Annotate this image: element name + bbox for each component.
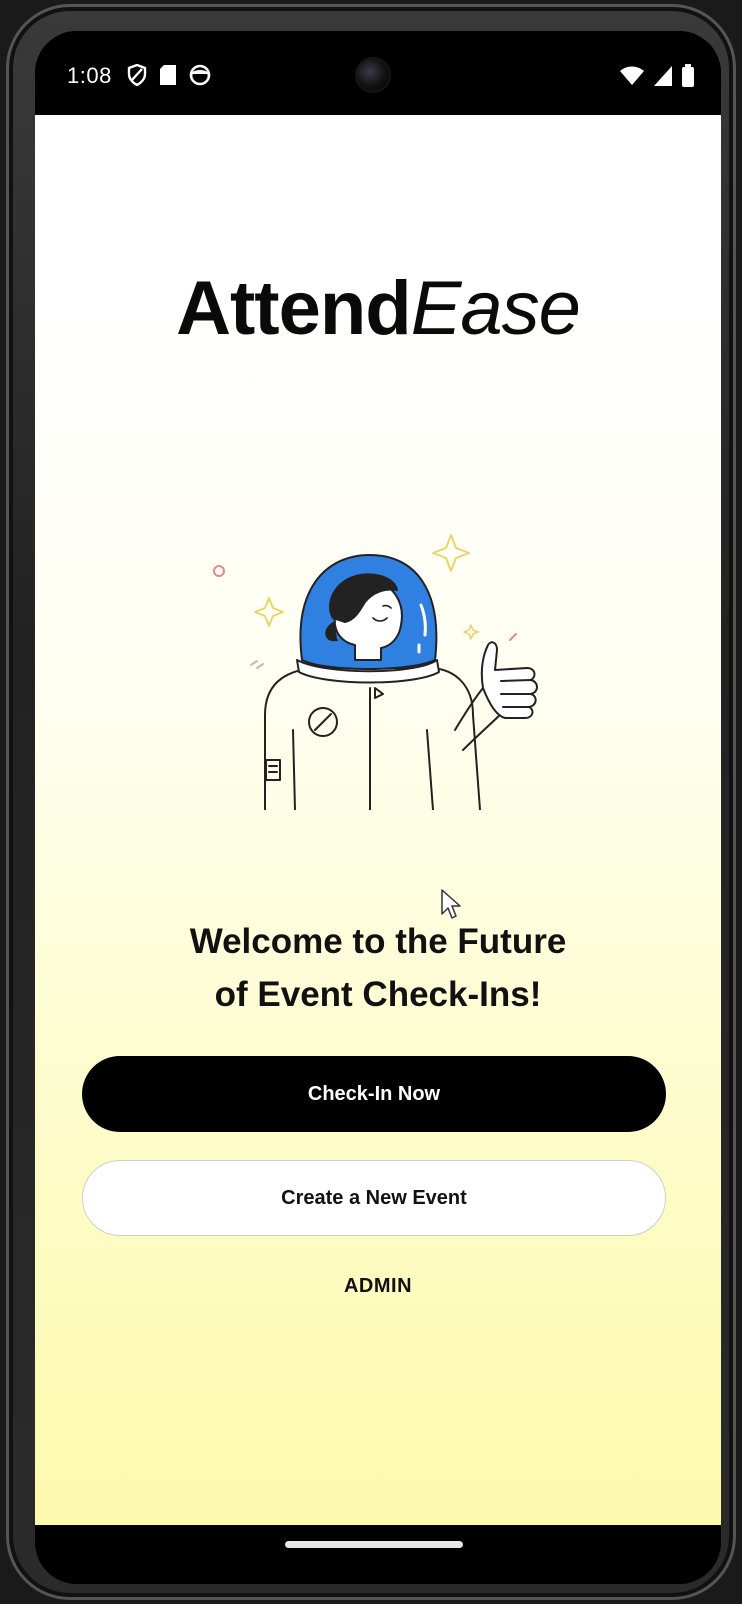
phone-screen: 1:08 AttendEase Welcome to the Future of… — [35, 31, 721, 1584]
sd-card-icon — [159, 64, 177, 91]
wifi-icon — [619, 65, 645, 92]
app-main: AttendEase Welcome to the Future of Even… — [35, 115, 721, 1525]
signal-icon — [653, 65, 673, 92]
face-icon — [189, 64, 211, 91]
shield-icon — [127, 63, 147, 91]
admin-link[interactable]: ADMIN — [35, 1275, 721, 1298]
phone-device-frame: 1:08 AttendEase Welcome to the Future of… — [6, 4, 736, 1600]
welcome-line-1: Welcome to the Future — [189, 922, 567, 961]
welcome-heading: Welcome to the Future of Event Check-Ins… — [35, 915, 721, 1021]
app-logo: AttendEase — [35, 271, 721, 347]
status-bar: 1:08 — [35, 31, 721, 115]
home-indicator[interactable] — [285, 1541, 463, 1548]
status-icons-right — [619, 64, 695, 93]
status-icons-left — [127, 63, 211, 91]
gesture-nav-bar — [35, 1525, 721, 1584]
check-in-now-button[interactable]: Check-In Now — [82, 1056, 666, 1132]
logo-bold-text: Attend — [176, 266, 412, 351]
create-new-event-button[interactable]: Create a New Event — [82, 1160, 666, 1236]
logo-light-text: Ease — [410, 266, 581, 351]
status-time: 1:08 — [67, 63, 112, 88]
battery-icon — [681, 64, 695, 93]
welcome-line-2: of Event Check-Ins! — [214, 975, 542, 1014]
astronaut-thumbs-up-illustration — [205, 510, 545, 811]
front-camera — [357, 59, 389, 91]
